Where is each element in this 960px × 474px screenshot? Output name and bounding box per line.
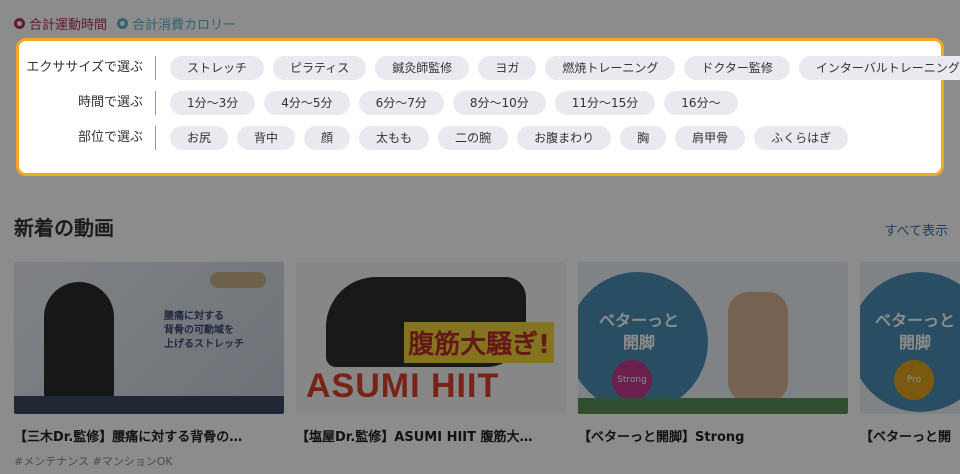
video-title[interactable]: 【ベターっと開: [860, 426, 960, 445]
filter-row-time: 時間で選ぶ 1分〜3分 4分〜5分 6分〜7分 8分〜10分 11分〜15分 1…: [19, 90, 738, 116]
level-badge: Pro: [894, 360, 934, 400]
chip-upper-arms[interactable]: 二の腕: [438, 126, 509, 150]
video-card[interactable]: 腰痛に対する 背骨の可動域を 上げるストレッチ 【三木Dr.監修】腰痛に対する背…: [14, 262, 284, 469]
video-card[interactable]: ベターっと 開脚 Strong 【ベターっと開脚】Strong: [578, 262, 848, 469]
radio-icon: [117, 18, 129, 29]
video-title[interactable]: 【三木Dr.監修】腰痛に対する背骨の…: [14, 426, 284, 445]
brand-logo: [210, 272, 266, 288]
radio-icon: [14, 18, 25, 29]
thumbnail-text: ベターっと 開脚: [874, 311, 955, 352]
chip-8-10min[interactable]: 8分〜10分: [452, 91, 546, 115]
chip-shoulder-blades[interactable]: 肩甲骨: [675, 126, 746, 150]
video-title[interactable]: 【塩屋Dr.監修】ASUMI HIIT 腹筋大…: [296, 426, 566, 445]
chip-calves[interactable]: ふくらはぎ: [754, 126, 849, 150]
chip-4-5min[interactable]: 4分〜5分: [264, 91, 350, 115]
time-chips: 1分〜3分 4分〜5分 6分〜7分 8分〜10分 11分〜15分 16分〜: [170, 91, 738, 115]
chip-1-3min[interactable]: 1分〜3分: [170, 91, 256, 115]
chip-11-15min[interactable]: 11分〜15分: [554, 91, 656, 115]
total-exercise-time-label: 合計運動時間: [29, 18, 108, 33]
instructor-figure: [728, 292, 788, 402]
filter-row-label: 時間で選ぶ: [19, 91, 156, 115]
thumbnail-jp-text: 腹筋大騒ぎ!: [404, 322, 554, 363]
video-thumbnail[interactable]: 腹筋大騒ぎ! ASUMI HIIT: [296, 262, 566, 414]
filter-row-body-part: 部位で選ぶ お尻 背中 顔 太もも 二の腕 お腹まわり 胸 肩甲骨 ふくらはぎ: [19, 125, 849, 151]
video-card[interactable]: 腹筋大騒ぎ! ASUMI HIIT 【塩屋Dr.監修】ASUMI HIIT 腹筋…: [296, 262, 566, 469]
video-card[interactable]: ベターっと 開脚 Pro 【ベターっと開: [860, 262, 960, 469]
thumbnail-text: ベターっと 開脚: [598, 311, 679, 352]
chip-chest[interactable]: 胸: [620, 126, 667, 150]
mat: [14, 396, 284, 414]
video-thumbnail[interactable]: ベターっと 開脚 Strong: [578, 262, 848, 414]
chip-16min-plus[interactable]: 16分〜: [664, 91, 738, 115]
section-title: 新着の動画: [14, 216, 114, 240]
page: 合計運動時間 合計消費カロリー 新着の動画 すべて表示 腰痛に対する 背骨の可動…: [0, 0, 960, 474]
filter-row-label: エクササイズで選ぶ: [19, 56, 156, 80]
chip-waist[interactable]: お腹まわり: [517, 126, 612, 150]
chip-face[interactable]: 顔: [304, 126, 351, 150]
see-all-link[interactable]: すべて表示: [884, 220, 948, 239]
chip-6-7min[interactable]: 6分〜7分: [358, 91, 444, 115]
filter-row-label: 部位で選ぶ: [19, 126, 156, 150]
level-badge: Strong: [612, 360, 652, 400]
summary-toggles: 合計運動時間 合計消費カロリー: [14, 14, 236, 33]
chip-stretch[interactable]: ストレッチ: [170, 56, 265, 80]
body-part-chips: お尻 背中 顔 太もも 二の腕 お腹まわり 胸 肩甲骨 ふくらはぎ: [170, 126, 849, 150]
chip-thighs[interactable]: 太もも: [359, 126, 430, 150]
video-thumbnail[interactable]: 腰痛に対する 背骨の可動域を 上げるストレッチ: [14, 262, 284, 414]
video-list: 腰痛に対する 背骨の可動域を 上げるストレッチ 【三木Dr.監修】腰痛に対する背…: [14, 262, 960, 469]
total-exercise-time-toggle[interactable]: 合計運動時間: [14, 14, 107, 33]
video-tags: #メンテナンス #マンションOK: [14, 455, 173, 468]
chip-back[interactable]: 背中: [237, 126, 296, 150]
filter-panel: エクササイズで選ぶ ストレッチ ピラティス 鍼灸師監修 ヨガ 燃焼トレーニング …: [16, 38, 960, 176]
video-thumbnail[interactable]: ベターっと 開脚 Pro: [860, 262, 960, 414]
total-calories-label: 合計消費カロリー: [132, 18, 237, 33]
total-calories-toggle[interactable]: 合計消費カロリー: [117, 14, 236, 33]
chip-burn-training[interactable]: 燃焼トレーニング: [545, 56, 676, 80]
thumbnail-text: 腰痛に対する 背骨の可動域を 上げるストレッチ: [164, 311, 244, 350]
instructor-figure: [44, 282, 114, 402]
video-title[interactable]: 【ベターっと開脚】Strong: [578, 426, 848, 445]
exercise-chips: ストレッチ ピラティス 鍼灸師監修 ヨガ 燃焼トレーニング ドクター監修 インタ…: [170, 56, 960, 80]
thumbnail-text: ASUMI HIIT: [306, 367, 500, 405]
chip-hips[interactable]: お尻: [170, 126, 229, 150]
chip-yoga[interactable]: ヨガ: [478, 56, 537, 80]
filter-row-exercise: エクササイズで選ぶ ストレッチ ピラティス 鍼灸師監修 ヨガ 燃焼トレーニング …: [19, 55, 960, 81]
chip-interval-training[interactable]: インターバルトレーニング: [798, 56, 960, 80]
chip-pilates[interactable]: ピラティス: [273, 56, 367, 80]
chip-doctor[interactable]: ドクター監修: [684, 56, 790, 80]
floor: [578, 398, 848, 414]
chip-acupuncture[interactable]: 鍼灸師監修: [375, 56, 470, 80]
